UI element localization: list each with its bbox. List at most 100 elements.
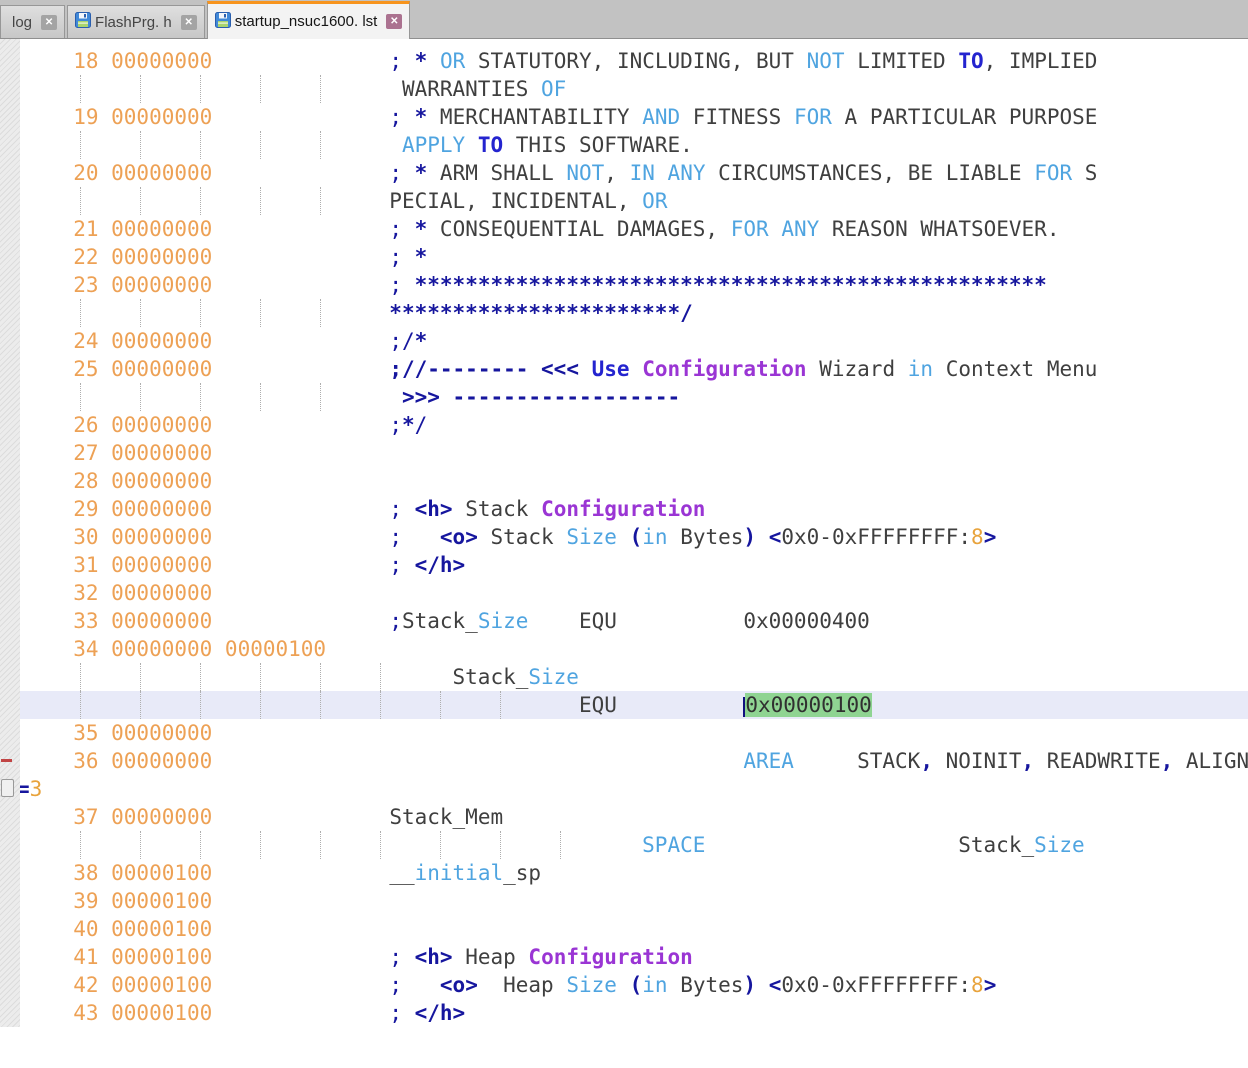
code-token xyxy=(756,525,769,549)
code-token: CONSEQUENTIAL DAMAGES, xyxy=(427,217,730,241)
code-row-line-37[interactable]: 37 00000000 Stack_Mem xyxy=(0,803,1248,831)
code-token: ; xyxy=(389,161,402,185)
code-token: in xyxy=(908,357,933,381)
code-row-wrap[interactable]: ***********************/ xyxy=(0,299,1248,327)
indent-guide xyxy=(140,383,141,411)
code-token: > xyxy=(984,525,997,549)
code-token: <h> xyxy=(415,945,453,969)
code-row-line-41[interactable]: 41 00000100 ; <h> Heap Configuration xyxy=(0,943,1248,971)
code-token xyxy=(402,161,415,185)
code-row-line-33[interactable]: 33 00000000 ;Stack_Size EQU 0x00000400 xyxy=(0,607,1248,635)
code-token xyxy=(617,693,743,717)
code-row-line-21[interactable]: 21 00000000 ; * CONSEQUENTIAL DAMAGES, F… xyxy=(0,215,1248,243)
line-number-gutter: 23 00000000 xyxy=(10,273,212,297)
code-row-line-25[interactable]: 25 00000000 ;//-------- <<< Use Configur… xyxy=(0,355,1248,383)
bookmark-margin xyxy=(0,39,20,1027)
code-token: _sp xyxy=(503,861,541,885)
code-token: 8 xyxy=(971,525,984,549)
code-row-line-39[interactable]: 39 00000100 xyxy=(0,887,1248,915)
code-token xyxy=(402,973,440,997)
code-row-wrap[interactable]: APPLY TO THIS SOFTWARE. xyxy=(0,131,1248,159)
indent-guide xyxy=(260,131,261,159)
fold-box-icon[interactable] xyxy=(1,779,14,797)
code-token: AREA xyxy=(743,749,794,773)
code-token: ; xyxy=(389,945,402,969)
code-row-line-27[interactable]: 27 00000000 xyxy=(0,439,1248,467)
code-row-wrap[interactable]: PECIAL, INCIDENTAL, OR xyxy=(0,187,1248,215)
code-token xyxy=(630,357,643,381)
code-row-line-32[interactable]: 32 00000000 xyxy=(0,579,1248,607)
code-row-line-24[interactable]: 24 00000000 ;/* xyxy=(0,327,1248,355)
line-number-gutter: 37 00000000 xyxy=(10,805,212,829)
code-token xyxy=(402,105,415,129)
code-row-line-43[interactable]: 43 00000100 ; </h> xyxy=(0,999,1248,1027)
indent-guide xyxy=(500,691,501,719)
code-row-line-40[interactable]: 40 00000100 xyxy=(0,915,1248,943)
code-token: A PARTICULAR PURPOSE xyxy=(832,105,1098,129)
code-token: * xyxy=(415,245,428,269)
code-token xyxy=(402,217,415,241)
code-token: * xyxy=(415,161,428,185)
code-token: EQU xyxy=(579,693,617,717)
code-row-wrap[interactable]: WARRANTIES OF xyxy=(0,75,1248,103)
code-row-wrap[interactable]: =3 xyxy=(0,775,1248,803)
code-token: WARRANTIES xyxy=(389,77,541,101)
tab-flashprg-h[interactable]: FlashPrg. h✕ xyxy=(67,5,205,38)
code-row-line-36[interactable]: 36 00000000 AREA STACK, NOINIT, READWRIT… xyxy=(0,747,1248,775)
code-row-line-38[interactable]: 38 00000100 __initial_sp xyxy=(0,859,1248,887)
code-token: Size xyxy=(528,665,579,689)
save-icon xyxy=(215,12,231,32)
tab-log[interactable]: log✕ xyxy=(0,5,65,38)
line-number-gutter: 38 00000100 xyxy=(10,861,212,885)
close-icon[interactable]: ✕ xyxy=(181,15,197,30)
indent-guide xyxy=(380,831,381,859)
code-token: <<< xyxy=(541,357,579,381)
code-row-line-23[interactable]: 23 00000000 ; **************************… xyxy=(0,271,1248,299)
indent-guide xyxy=(500,831,501,859)
code-row-line-42[interactable]: 42 00000100 ; <o> Heap Size (in Bytes) <… xyxy=(0,971,1248,999)
code-row-wrap[interactable]: Stack_Size xyxy=(0,663,1248,691)
code-token: > xyxy=(984,973,997,997)
editor[interactable]: 18 00000000 ; * OR STATUTORY, INCLUDING,… xyxy=(0,39,1248,1027)
code-token xyxy=(402,525,440,549)
code-token: Size xyxy=(566,525,617,549)
code-row-wrap[interactable]: EQU 0x00000100 xyxy=(0,691,1248,719)
line-number-gutter: 35 00000000 xyxy=(10,721,212,745)
code-token xyxy=(617,609,743,633)
code-row-wrap[interactable]: >>> ------------------ xyxy=(0,383,1248,411)
code-token xyxy=(402,245,415,269)
close-icon[interactable]: ✕ xyxy=(41,15,57,30)
indent-guide xyxy=(140,187,141,215)
code-token: OF xyxy=(541,77,566,101)
code-row-line-31[interactable]: 31 00000000 ; </h> xyxy=(0,551,1248,579)
code-token: ; xyxy=(389,497,402,521)
code-row-line-34[interactable]: 34 00000000 00000100 xyxy=(0,635,1248,663)
code-token: , xyxy=(604,161,629,185)
code-token: THIS SOFTWARE. xyxy=(503,133,693,157)
code-token xyxy=(705,833,958,857)
code-row-wrap[interactable]: SPACE Stack_Size xyxy=(0,831,1248,859)
code-token: LIMITED xyxy=(845,49,959,73)
code-row-line-22[interactable]: 22 00000000 ; * xyxy=(0,243,1248,271)
code-row-line-19[interactable]: 19 00000000 ; * MERCHANTABILITY AND FITN… xyxy=(0,103,1248,131)
code-token: ****************************************… xyxy=(415,273,1047,297)
code-row-line-18[interactable]: 18 00000000 ; * OR STATUTORY, INCLUDING,… xyxy=(0,47,1248,75)
code-token xyxy=(794,749,857,773)
code-token: Configuration xyxy=(528,945,692,969)
code-token: 0x0-0xFFFFFFFF: xyxy=(781,973,971,997)
code-row-line-30[interactable]: 30 00000000 ; <o> Stack Size (in Bytes) … xyxy=(0,523,1248,551)
code-token: , IMPLIED xyxy=(984,49,1098,73)
code-token: CIRCUMSTANCES, BE LIABLE xyxy=(705,161,1034,185)
code-row-line-35[interactable]: 35 00000000 xyxy=(0,719,1248,747)
indent-guide xyxy=(200,663,201,691)
code-token: ; xyxy=(389,413,402,437)
code-row-line-28[interactable]: 28 00000000 xyxy=(0,467,1248,495)
code-token: Stack xyxy=(478,525,567,549)
tab-startup-nsuc1600-lst[interactable]: startup_nsuc1600. lst✕ xyxy=(207,1,411,39)
code-row-line-26[interactable]: 26 00000000 ;*/ xyxy=(0,411,1248,439)
code-token: EQU xyxy=(579,609,617,633)
close-icon[interactable]: ✕ xyxy=(386,14,402,29)
code-row-line-20[interactable]: 20 00000000 ; * ARM SHALL NOT, IN ANY CI… xyxy=(0,159,1248,187)
code-row-line-29[interactable]: 29 00000000 ; <h> Stack Configuration xyxy=(0,495,1248,523)
code-token xyxy=(617,973,630,997)
